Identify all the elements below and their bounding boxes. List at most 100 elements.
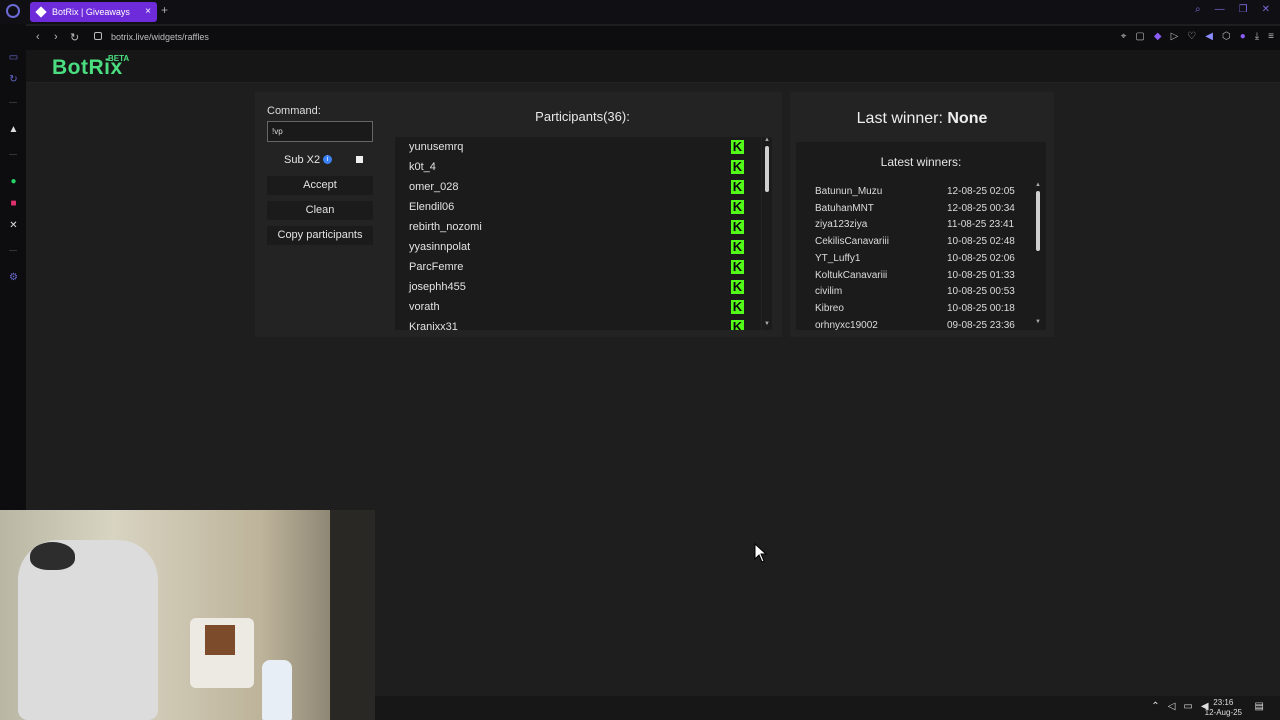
taskbar-clock[interactable]: 23:16 12-Aug-25 <box>1205 698 1242 718</box>
site-header: BotRix BETA <box>26 50 1280 83</box>
participants-list[interactable]: yunusemrq Kk0t_4 Komer_028 K Elendil06 Krebir… <box>395 137 761 330</box>
participant-row: vorath K <box>395 297 761 317</box>
aria-icon[interactable]: ▲ <box>8 124 19 135</box>
reload-button[interactable]: ↻ <box>70 31 79 44</box>
minimize-icon[interactable]: — <box>1215 4 1225 15</box>
webcam-door <box>330 510 375 720</box>
winner-name: Kibreo <box>815 302 844 314</box>
webcam-overlay <box>0 510 375 720</box>
address-bar: ‹ › ↻ botrix.live/widgets/raffles ⌖ ▢ ◆ … <box>26 26 1280 50</box>
winners-scrollbar[interactable]: ▲ ▼ <box>1033 182 1043 328</box>
kick-platform-icon: K <box>731 139 744 154</box>
winner-name: Batunun_Muzu <box>815 186 883 197</box>
scrollbar-thumb[interactable] <box>765 146 769 192</box>
last-winner-label: Last winner: <box>856 110 943 127</box>
winner-row: Kibreo 10-08-25 00:18 <box>796 303 1036 319</box>
participant-row: rebirth_nozomi K <box>395 217 761 237</box>
taskbar: ⌃ ◁ ▭ ◀ ▤ 23:16 12-Aug-25 <box>375 696 1280 720</box>
webcam-picture <box>205 625 235 655</box>
command-input[interactable] <box>267 121 373 142</box>
tab-title: BotRix | Giveaways <box>52 7 130 17</box>
command-label: Command: <box>267 105 321 117</box>
notification-icon[interactable]: ▤ <box>1255 701 1264 712</box>
snapshot-icon[interactable]: ▢ <box>1135 31 1144 42</box>
winner-name: civilim <box>815 286 843 298</box>
pin-icon[interactable]: ⌖ <box>1121 31 1127 42</box>
new-tab-button[interactable]: + <box>161 3 168 17</box>
scroll-down-arrow-icon[interactable]: ▼ <box>764 321 770 327</box>
participant-name: josephh455 <box>409 281 466 293</box>
scroll-up-arrow-icon[interactable]: ▲ <box>764 137 770 143</box>
participant-row: Kranixx31 K <box>395 317 761 330</box>
winner-row: ziya123ziya 11-08-25 23:41 <box>796 219 1036 235</box>
menu-icon[interactable]: ≡ <box>1268 31 1274 42</box>
last-winner: Last winner: None <box>790 110 1054 128</box>
botrix-favicon-icon <box>35 6 47 18</box>
url-field[interactable]: botrix.live/widgets/raffles <box>111 32 209 42</box>
kick-platform-icon: K <box>731 239 744 254</box>
winner-date: 09-08-25 23:36 <box>947 319 1015 330</box>
search-tabs-icon[interactable]: ⌕ <box>1195 4 1201 15</box>
x-twitter-icon[interactable]: ✕ <box>8 220 19 231</box>
winner-date: 10-08-25 02:48 <box>947 236 1015 248</box>
tray-chevron-icon[interactable]: ⌃ <box>1151 701 1159 712</box>
network-icon[interactable]: ▭ <box>1183 701 1192 712</box>
participants-title: Participants(36): <box>535 109 630 124</box>
lock-icon <box>94 32 102 40</box>
winner-name: CekilisCanavariii <box>815 236 889 248</box>
profile-icon[interactable]: ● <box>1240 31 1246 42</box>
mouse-cursor-icon <box>754 543 768 563</box>
scroll-down-arrow-icon[interactable]: ▼ <box>1035 319 1041 325</box>
messenger-icon[interactable]: ▭ <box>8 52 19 63</box>
download-icon[interactable]: ⤓ <box>1255 31 1259 42</box>
scrollbar-thumb[interactable] <box>1036 191 1040 251</box>
restore-icon[interactable]: ❐ <box>1239 4 1248 15</box>
volume-icon[interactable]: ◁ <box>1168 701 1176 712</box>
whatsapp-icon[interactable]: ● <box>8 176 19 187</box>
kick-platform-icon: K <box>731 179 744 194</box>
winner-date: 10-08-25 00:18 <box>947 302 1015 314</box>
participant-name: rebirth_nozomi <box>409 221 482 233</box>
kick-platform-icon: K <box>731 219 744 234</box>
subx2-checkbox[interactable] <box>356 156 363 163</box>
settings-gear-icon[interactable]: ⚙ <box>8 272 19 283</box>
accept-button[interactable]: Accept <box>267 176 373 195</box>
speaker-icon[interactable]: ◀ <box>1205 31 1213 42</box>
vpn-shield-icon[interactable]: ◆ <box>1154 31 1162 42</box>
opera-logo-icon[interactable] <box>6 4 20 18</box>
participant-row: yyasinnpolat K <box>395 237 761 257</box>
winner-row: Batunun_Muzu 12-08-25 02:05 <box>796 186 1036 202</box>
winner-row: KoltukCanavariii 10-08-25 01:33 <box>796 270 1036 286</box>
history-icon[interactable]: ↻ <box>8 74 19 85</box>
close-window-icon[interactable]: ✕ <box>1262 4 1270 15</box>
participants-scrollbar[interactable]: ▲ ▼ <box>762 137 772 330</box>
raffle-panel: Command: Sub X2 i Accept Clean Copy part… <box>255 92 782 337</box>
tab-botrix-giveaways[interactable]: BotRix | Giveaways × <box>30 2 157 22</box>
sidebar-divider <box>9 250 17 251</box>
participant-row: k0t_4 K <box>395 157 761 177</box>
back-button[interactable]: ‹ <box>36 31 40 43</box>
kick-platform-icon: K <box>731 159 744 174</box>
winner-name: BatuhanMNT <box>815 202 874 214</box>
sidebar-divider <box>9 102 17 103</box>
winner-row: orhnyxc19002 09-08-25 23:36 <box>796 320 1036 330</box>
tab-close-button[interactable]: × <box>145 2 151 22</box>
participant-name: k0t_4 <box>409 161 436 173</box>
winners-panel: Last winner: None Latest winners: Batunu… <box>790 92 1054 337</box>
extensions-icon[interactable]: ⬡ <box>1222 31 1231 42</box>
forward-button[interactable]: › <box>54 31 58 43</box>
participant-row: omer_028 K <box>395 177 761 197</box>
info-icon[interactable]: i <box>323 155 332 164</box>
copy-participants-button[interactable]: Copy participants <box>267 226 373 245</box>
heart-icon[interactable]: ♡ <box>1187 31 1196 42</box>
participant-row: josephh455 K <box>395 277 761 297</box>
instagram-icon[interactable]: ■ <box>8 198 19 209</box>
kick-platform-icon: K <box>731 259 744 274</box>
scroll-up-arrow-icon[interactable]: ▲ <box>1035 182 1041 188</box>
participant-name: ParcFemre <box>409 261 464 273</box>
clock-time: 23:16 <box>1213 698 1234 707</box>
clean-button[interactable]: Clean <box>267 201 373 220</box>
play-icon[interactable]: ▷ <box>1171 31 1179 42</box>
webcam-bottle <box>262 660 292 720</box>
winner-name: orhnyxc19002 <box>815 319 878 330</box>
